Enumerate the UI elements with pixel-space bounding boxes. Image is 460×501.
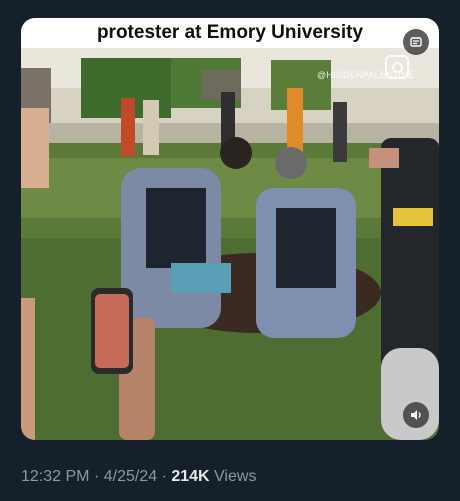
video-frame bbox=[21, 48, 439, 440]
tweet-metadata: 12:32 PM · 4/25/24 · 214K Views bbox=[21, 468, 256, 486]
tweet-time[interactable]: 12:32 PM bbox=[21, 468, 89, 485]
video-watermark: @HIDDENPALESTINE bbox=[317, 70, 415, 80]
views-label: Views bbox=[214, 468, 257, 485]
video-player[interactable]: protester at Emory University @HIDDENPAL… bbox=[21, 18, 439, 440]
speaker-icon[interactable] bbox=[403, 402, 429, 428]
meta-separator: · bbox=[161, 468, 167, 485]
views-count: 214K bbox=[171, 468, 210, 485]
media-overlay-icon[interactable] bbox=[403, 29, 429, 55]
meta-separator: · bbox=[93, 468, 100, 485]
tweet-date[interactable]: 4/25/24 bbox=[104, 468, 157, 485]
video-caption: protester at Emory University bbox=[21, 18, 439, 48]
